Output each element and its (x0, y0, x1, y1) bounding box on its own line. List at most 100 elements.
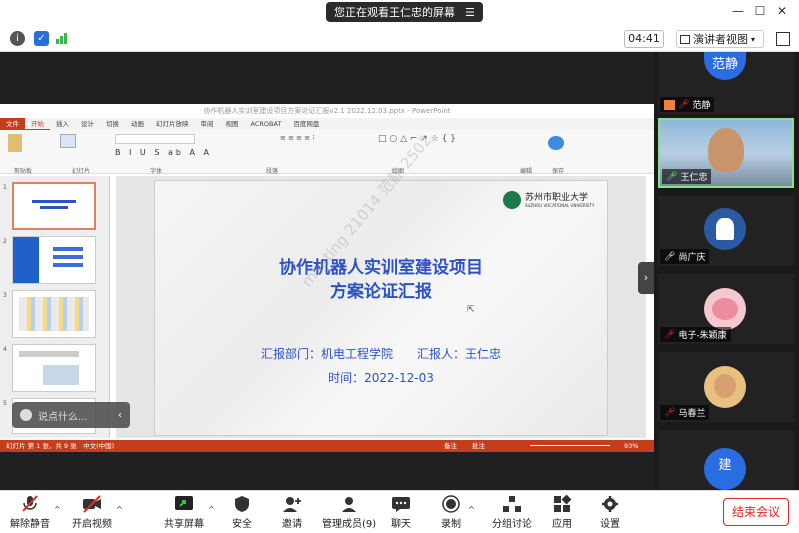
avatar (704, 288, 746, 330)
status-notes-button[interactable]: 备注 (444, 440, 457, 452)
window-titlebar: 您正在观看王仁忠的屏幕 ☰ — ☐ ✕ (0, 0, 799, 26)
video-off-icon (83, 495, 101, 513)
thumb-number: 5 (3, 400, 7, 407)
breakout-icon (503, 496, 521, 512)
slide-title-line1: 协作机器人实训室建设项目 (279, 258, 483, 278)
breakout-button[interactable]: 分组讨论 (492, 495, 532, 530)
sharing-banner-text: 您正在观看王仁忠的屏幕 (334, 6, 455, 19)
slide-thumbnail[interactable] (12, 290, 96, 338)
current-slide[interactable]: 苏州市职业大学 SUZHOU VOCATIONAL UNIVERSITY 协作机… (154, 180, 608, 436)
save-cloud-icon[interactable] (548, 136, 564, 150)
participant-tile[interactable]: 建 (658, 430, 794, 490)
chevron-left-icon[interactable]: ‹ (118, 410, 122, 421)
chevron-up-icon[interactable]: ^ (116, 505, 123, 514)
ppt-tab-home[interactable]: 开始 (25, 118, 50, 130)
members-icon (342, 497, 357, 512)
quick-chat-pill[interactable]: 说点什么... ‹ (12, 402, 130, 428)
mouse-cursor-icon: ⇱ (467, 305, 475, 315)
shield-icon[interactable]: ✓ (34, 31, 49, 46)
fullscreen-icon[interactable] (776, 32, 790, 46)
university-logo: 苏州市职业大学 SUZHOU VOCATIONAL UNIVERSITY (503, 189, 603, 211)
close-icon[interactable]: ✕ (772, 4, 792, 20)
apps-button[interactable]: 应用 (552, 495, 572, 530)
zoom-slider[interactable] (530, 445, 610, 446)
apps-icon (554, 495, 572, 512)
manage-members-button[interactable]: 管理成员(9) (322, 495, 376, 530)
chevron-up-icon[interactable]: ^ (54, 505, 61, 514)
settings-button[interactable]: 设置 (600, 495, 620, 530)
shield-icon (235, 496, 249, 512)
invite-button[interactable]: 邀请 (282, 495, 302, 530)
slide-date-line: 时间：2022-12-03 (328, 371, 434, 385)
group-save: 保存 (552, 168, 565, 175)
ppt-tab-review[interactable]: 审阅 (195, 118, 220, 130)
collapse-gallery-button[interactable]: › (638, 262, 654, 294)
mic-muted-icon: 🎤︎ (678, 99, 690, 110)
font-name-select[interactable] (115, 134, 195, 144)
share-screen-button[interactable]: 共享屏幕 (164, 495, 204, 530)
slide-thumbnail-pane: 1 2 3 4 5 (0, 176, 110, 438)
participant-name: 范静 (692, 101, 711, 111)
sharing-banner[interactable]: 您正在观看王仁忠的屏幕 ☰ (326, 2, 483, 22)
invite-label: 邀请 (282, 519, 302, 530)
meeting-infobar: i ✓ 04:41 演讲者视图 ▾ (0, 26, 799, 52)
ppt-tab-transitions[interactable]: 切换 (100, 118, 125, 130)
slide-title-line2: 方案论证汇报 (330, 282, 432, 302)
chat-button[interactable]: 聊天 (391, 495, 411, 530)
ppt-tab-slideshow[interactable]: 幻灯片放映 (150, 118, 195, 130)
group-paragraph: 段落 (266, 168, 279, 175)
participant-tile-active[interactable]: 🎤︎ 王仁忠 (658, 118, 794, 188)
group-slides: 幻灯片 (72, 168, 91, 175)
slide-thumbnail[interactable] (12, 236, 96, 284)
info-icon[interactable]: i (10, 31, 25, 46)
end-meeting-button[interactable]: 结束会议 (723, 498, 789, 526)
status-slide-info: 幻灯片 第 1 张，共 9 张 中文(中国) (6, 442, 115, 450)
ppt-tab-baidu[interactable]: 百度网盘 (287, 118, 325, 130)
participant-tile[interactable]: 🎤︎ 尚广庆 (658, 196, 794, 266)
gear-icon (602, 496, 618, 512)
new-slide-icon[interactable] (60, 134, 76, 148)
add-user-icon (283, 497, 301, 512)
ppt-tab-acrobat[interactable]: ACROBAT (245, 118, 288, 130)
logo-subtext: SUZHOU VOCATIONAL UNIVERSITY (525, 202, 595, 208)
participant-label: 🎤︎ 马春兰 (660, 405, 710, 420)
thumb-number: 1 (3, 184, 7, 191)
chat-label: 聊天 (391, 519, 411, 530)
signal-icon[interactable] (56, 33, 67, 44)
avatar (704, 366, 746, 408)
emoji-icon[interactable] (20, 409, 32, 421)
breakout-label: 分组讨论 (492, 519, 532, 530)
paragraph-controls[interactable]: ≡ ≡ ≡ ≡ ⁝ (280, 134, 370, 158)
status-comments-button[interactable]: 批注 (472, 440, 485, 452)
ppt-tab-insert[interactable]: 插入 (50, 118, 75, 130)
ppt-tab-file[interactable]: 文件 (0, 118, 25, 130)
menu-icon[interactable]: ☰ (465, 6, 475, 19)
record-label: 录制 (441, 519, 461, 530)
meeting-timer: 04:41 (624, 30, 664, 48)
paste-icon[interactable] (8, 134, 22, 152)
ppt-window-title: 协作机器人实训室建设项目方案论证汇报v2.1 2022.12.03.pptx -… (0, 104, 654, 118)
minimize-icon[interactable]: — (728, 4, 748, 20)
avatar: 范静 (704, 52, 746, 80)
record-icon (442, 495, 460, 513)
maximize-icon[interactable]: ☐ (750, 4, 770, 20)
font-format-icons[interactable]: B I U S ab A A (115, 148, 265, 158)
group-font: 字体 (150, 168, 163, 175)
view-mode-button[interactable]: 演讲者视图 ▾ (676, 30, 764, 48)
participant-tile[interactable]: 范静 🎤︎ 范静 (658, 52, 794, 114)
security-button[interactable]: 安全 (232, 495, 252, 530)
participant-tile[interactable]: 🎤︎ 马春兰 (658, 352, 794, 422)
ppt-tab-design[interactable]: 设计 (75, 118, 100, 130)
ppt-tab-animations[interactable]: 动画 (125, 118, 150, 130)
participant-name: 尚广庆 (678, 253, 706, 263)
logo-emblem-icon (503, 191, 521, 209)
participant-tile[interactable]: 🎤︎ 电子-朱颖康 (658, 274, 794, 344)
record-button[interactable]: 录制 (441, 495, 461, 530)
ppt-tab-view[interactable]: 视图 (220, 118, 245, 130)
slide-thumbnail[interactable] (12, 344, 96, 392)
chevron-up-icon[interactable]: ^ (208, 505, 215, 514)
start-video-button[interactable]: 开启视频 (72, 495, 112, 530)
unmute-button[interactable]: 解除静音 (10, 495, 50, 530)
chevron-up-icon[interactable]: ^ (468, 505, 475, 514)
slide-thumbnail[interactable] (12, 182, 96, 230)
